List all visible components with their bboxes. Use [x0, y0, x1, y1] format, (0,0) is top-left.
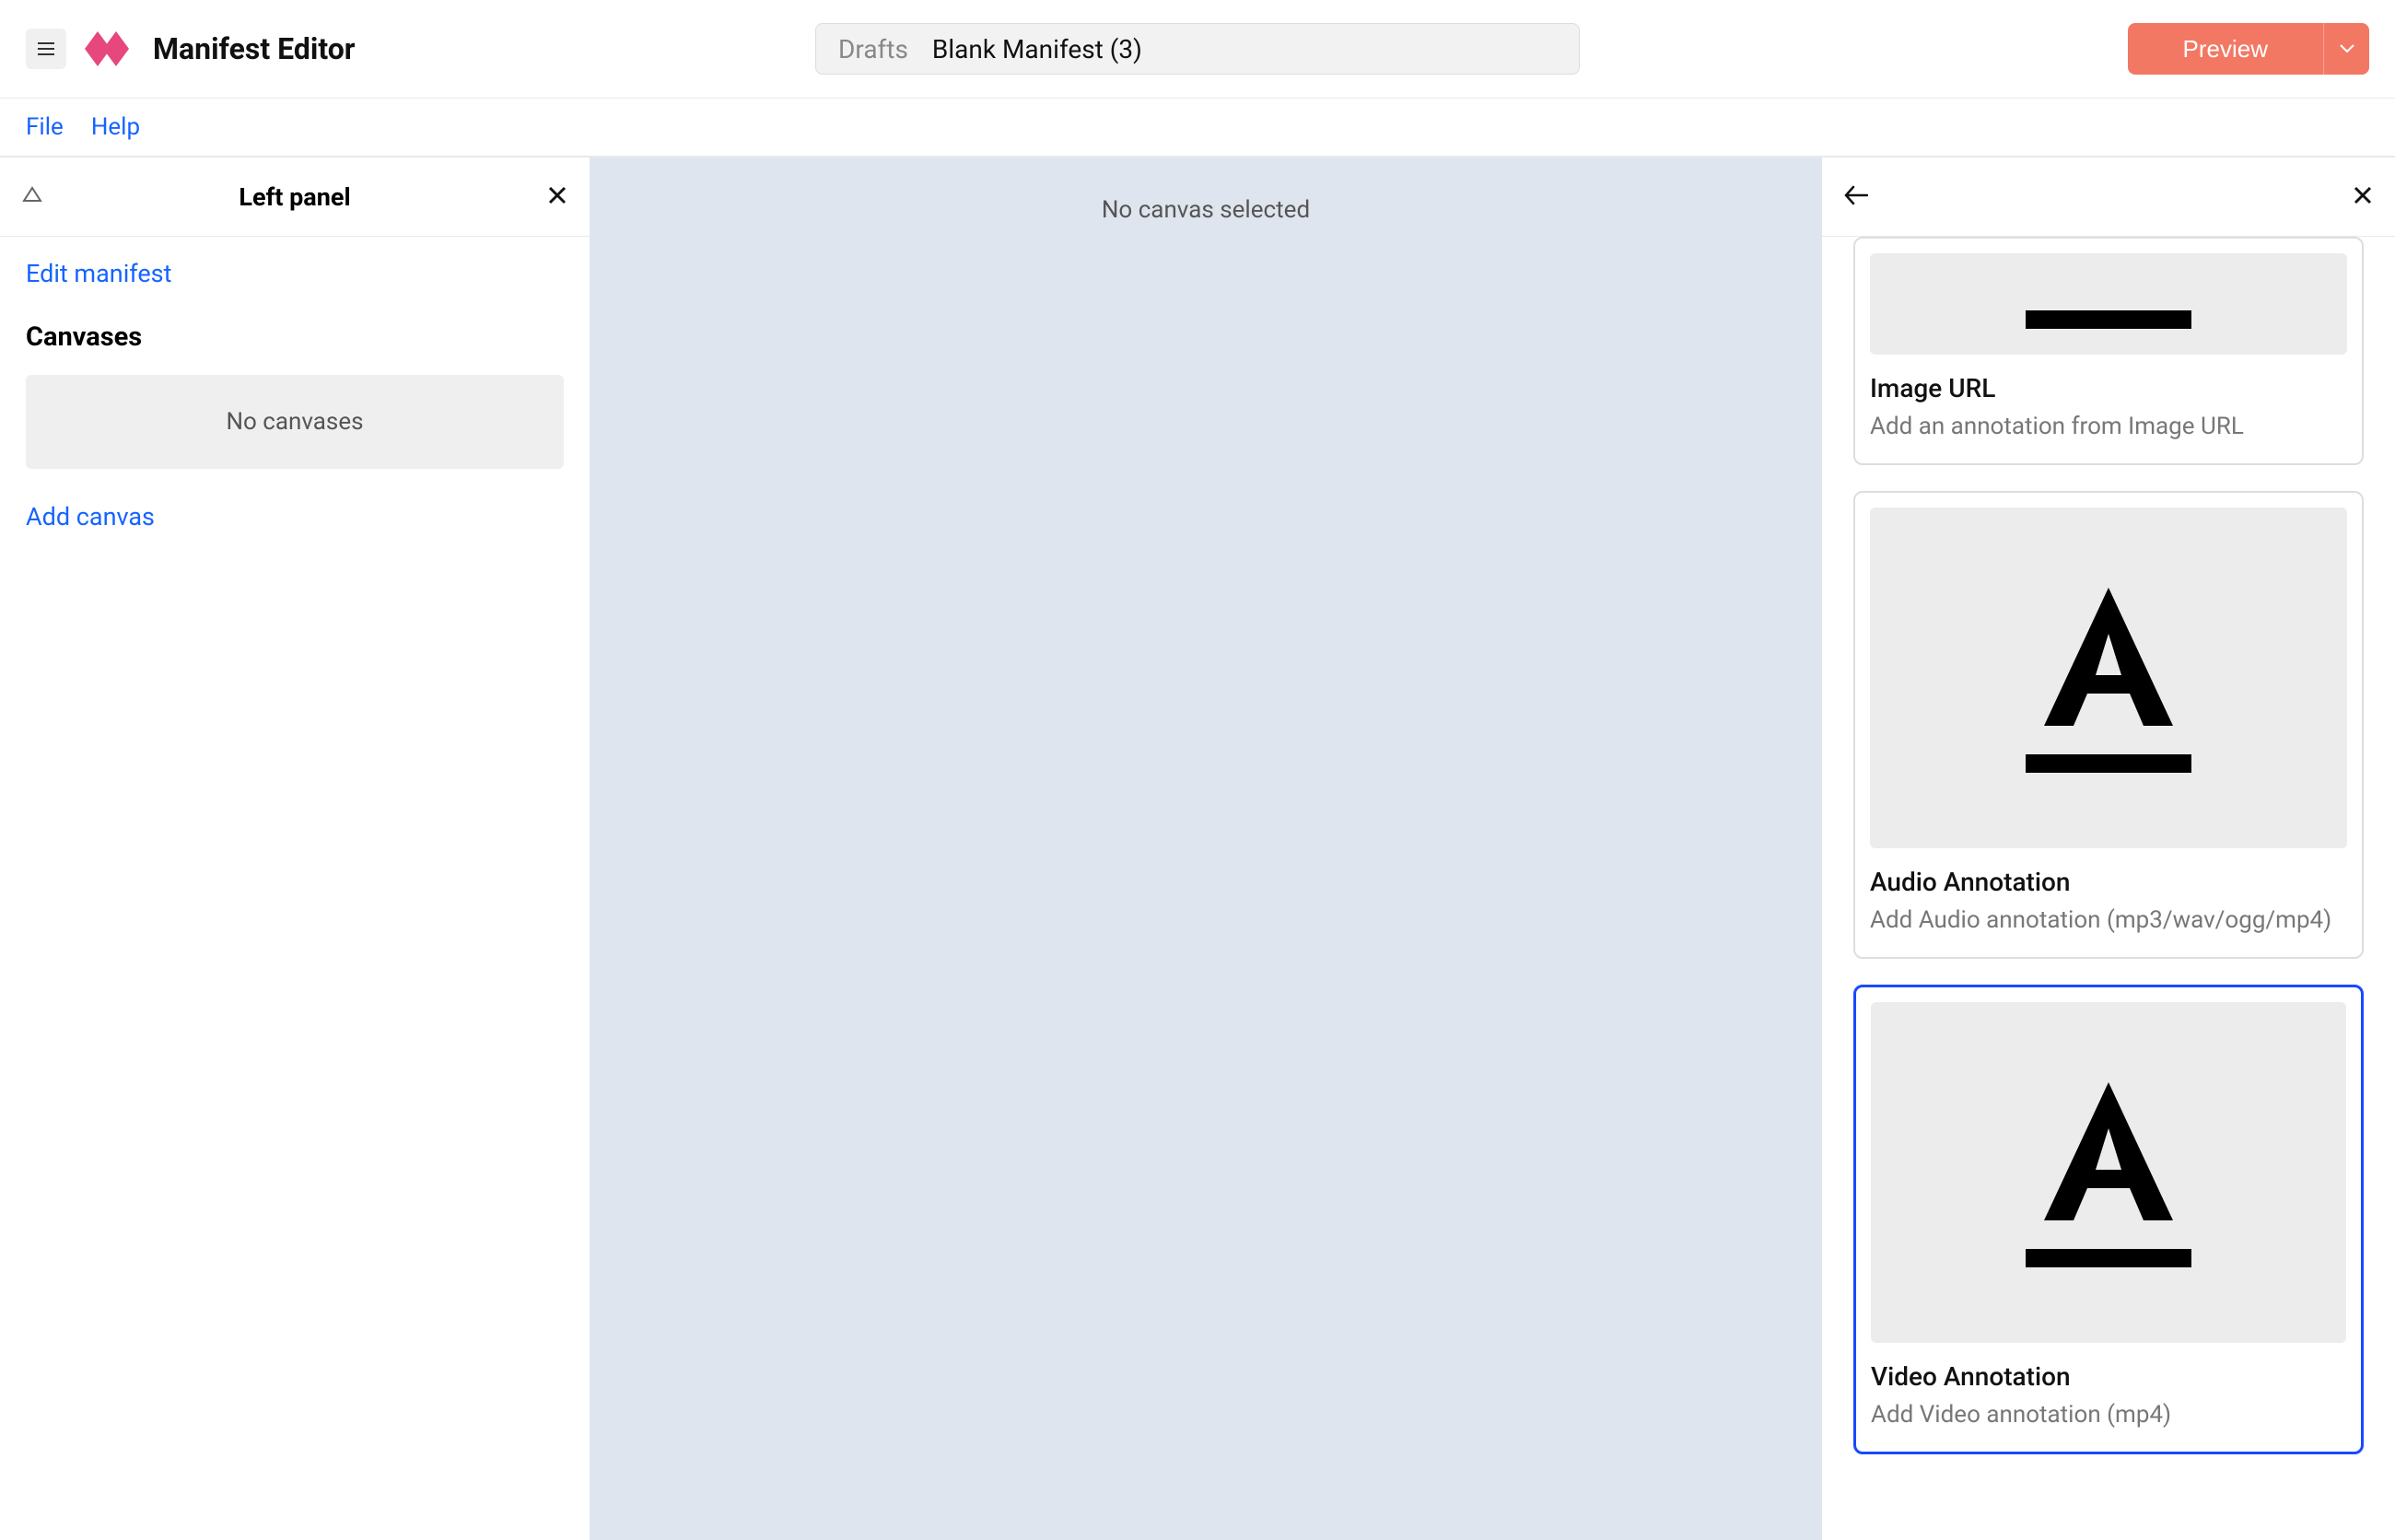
left-panel-header: Left panel: [0, 158, 590, 237]
add-canvas-link[interactable]: Add canvas: [26, 502, 155, 531]
close-left-panel-button[interactable]: [547, 181, 567, 213]
canvases-heading: Canvases: [26, 321, 564, 353]
card-thumbnail: [1870, 508, 2347, 848]
hamburger-icon: [38, 42, 54, 55]
annotation-card[interactable]: Image URL Add an annotation from Image UR…: [1853, 237, 2364, 465]
app-logo-icon: [85, 31, 138, 66]
card-title: Image URL: [1870, 373, 2347, 403]
left-panel-content: Edit manifest Canvases No canvases Add c…: [0, 237, 590, 554]
preview-button-group: Preview: [2128, 23, 2369, 75]
right-panel-content: Image URL Add an annotation from Image UR…: [1822, 237, 2395, 1540]
menu-file[interactable]: File: [26, 113, 64, 141]
close-right-panel-button[interactable]: [2353, 181, 2373, 213]
card-title: Video Annotation: [1871, 1361, 2346, 1392]
app-header: Manifest Editor Drafts Blank Manifest (3…: [0, 0, 2395, 99]
back-arrow-button[interactable]: [1844, 181, 1868, 213]
preview-button[interactable]: Preview: [2128, 23, 2323, 75]
annotation-glyph-icon: [2026, 1078, 2191, 1267]
menu-help[interactable]: Help: [91, 113, 140, 141]
no-canvas-selected-text: No canvas selected: [1102, 196, 1310, 224]
card-title: Audio Annotation: [1870, 867, 2347, 897]
right-panel: Image URL Add an annotation from Image UR…: [1822, 158, 2395, 1540]
logo-block: Manifest Editor: [85, 31, 356, 66]
annotation-card[interactable]: Audio Annotation Add Audio annotation (mp…: [1853, 491, 2364, 959]
center-viewport: No canvas selected: [595, 158, 1822, 1540]
manifest-title-text: Blank Manifest (3): [932, 34, 1142, 64]
left-panel-title: Left panel: [239, 182, 350, 212]
menubar: File Help: [0, 99, 2395, 158]
left-panel: Left panel Edit manifest Canvases No can…: [0, 158, 595, 1540]
card-description: Add Video annotation (mp4): [1871, 1399, 2346, 1431]
card-description: Add an annotation from Image URL: [1870, 411, 2347, 443]
no-canvases-placeholder: No canvases: [26, 375, 564, 469]
preview-dropdown-button[interactable]: [2323, 23, 2369, 75]
card-thumbnail: [1870, 253, 2347, 355]
drafts-label: Drafts: [838, 34, 908, 64]
manifest-title-field[interactable]: Drafts Blank Manifest (3): [815, 23, 1580, 75]
collapse-triangle-icon[interactable]: [22, 185, 42, 208]
annotation-card[interactable]: Video Annotation Add Video annotation (mp…: [1853, 985, 2364, 1454]
card-description: Add Audio annotation (mp3/wav/ogg/mp4): [1870, 904, 2347, 937]
main-layout: Left panel Edit manifest Canvases No can…: [0, 158, 2395, 1540]
chevron-down-icon: [2340, 42, 2354, 56]
menu-button[interactable]: [26, 29, 66, 69]
annotation-glyph-icon: [2026, 310, 2191, 329]
card-thumbnail: [1871, 1002, 2346, 1343]
right-panel-header: [1822, 158, 2395, 237]
app-title: Manifest Editor: [153, 31, 356, 66]
edit-manifest-link[interactable]: Edit manifest: [26, 259, 171, 288]
annotation-glyph-icon: [2026, 583, 2191, 773]
